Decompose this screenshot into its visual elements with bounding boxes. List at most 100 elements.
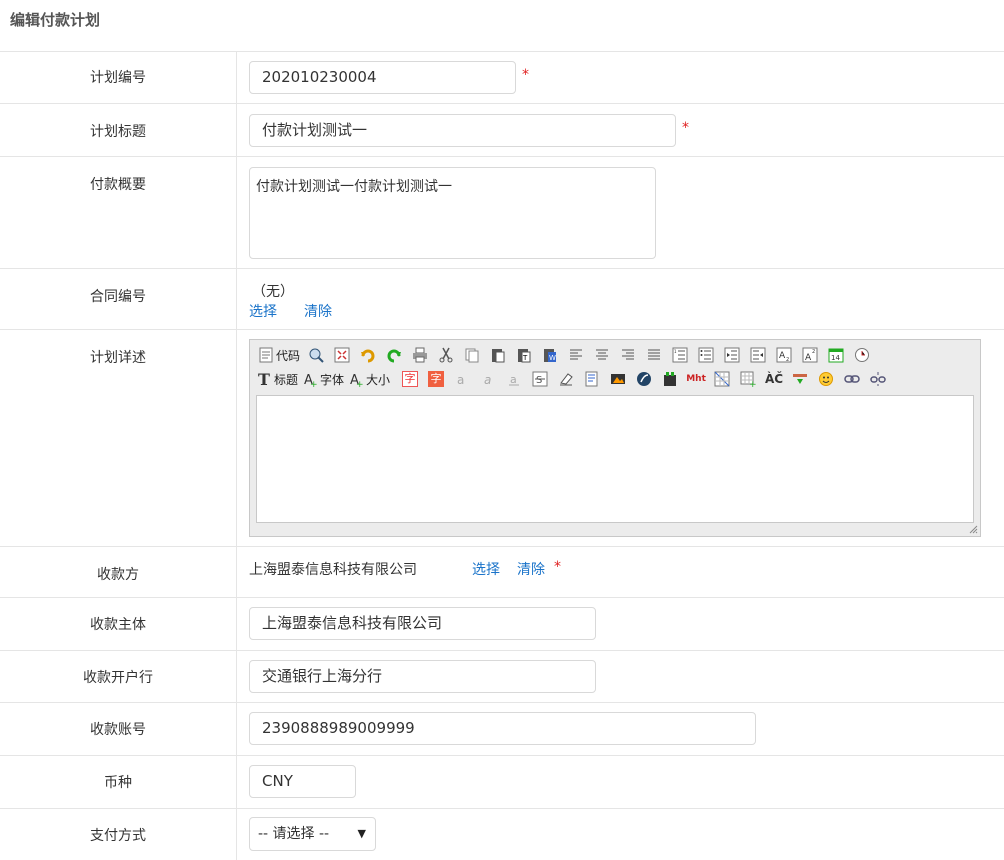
svg-text:T: T — [258, 371, 270, 387]
bg-color-label: 字 — [428, 371, 445, 387]
italic-icon[interactable]: a — [478, 369, 498, 389]
pay-method-selected: -- 请选择 -- — [258, 826, 330, 842]
row-plan-title: 计划标题 付款计划测试一 * — [0, 104, 1004, 157]
svg-text:+: + — [749, 380, 756, 387]
resize-handle-icon[interactable] — [968, 524, 978, 534]
rich-text-editor: 代码 T W 1 A2 A2 14 T 标题 A + 字体 A + 大小 字 字 a a … — [249, 339, 981, 537]
row-payee: 收款方 上海盟泰信息科技有限公司 选择 清除 * — [0, 547, 1004, 598]
subscript-icon[interactable]: A2 — [774, 345, 794, 365]
align-left-icon[interactable] — [566, 345, 586, 365]
plan-title-input[interactable]: 付款计划测试一 — [249, 114, 676, 147]
toolbar-row-1: 代码 T W 1 A2 A2 14 — [258, 344, 878, 366]
plan-no-input[interactable]: 202010230004 — [249, 61, 516, 94]
flash-icon[interactable] — [634, 369, 654, 389]
unordered-list-icon[interactable] — [696, 345, 716, 365]
payee-account-label: 收款账号 — [90, 722, 146, 738]
payee-entity-label: 收款主体 — [90, 617, 146, 633]
undo-icon[interactable] — [358, 345, 378, 365]
align-center-icon[interactable] — [592, 345, 612, 365]
date-label: 14 — [831, 354, 840, 362]
row-currency: 币种 CNY — [0, 756, 1004, 809]
ordered-list-icon[interactable]: 1 — [670, 345, 690, 365]
table-icon[interactable] — [712, 369, 732, 389]
special-char-icon[interactable]: ÀČ — [764, 369, 784, 389]
label-cell: 币种 — [0, 756, 237, 808]
svg-text:a: a — [457, 373, 464, 387]
contract-no-value: （无） — [252, 284, 294, 300]
hr-icon[interactable] — [790, 369, 810, 389]
svg-text:+: + — [356, 380, 364, 387]
editor-content-area[interactable] — [256, 395, 974, 523]
bg-color-icon[interactable]: 字 — [426, 369, 446, 389]
underline-icon[interactable]: a — [504, 369, 524, 389]
summary-label: 付款概要 — [90, 177, 146, 193]
pay-method-label: 支付方式 — [90, 828, 146, 844]
emoticon-icon[interactable] — [816, 369, 836, 389]
currency-input[interactable]: CNY — [249, 765, 356, 798]
clear-format-icon[interactable] — [556, 369, 576, 389]
table-insert-icon[interactable]: + — [738, 369, 758, 389]
svg-text:T: T — [522, 354, 528, 362]
bold-icon[interactable]: a — [452, 369, 472, 389]
label-cell: 收款账号 — [0, 703, 237, 755]
payee-clear-link[interactable]: 清除 — [517, 559, 545, 579]
outdent-icon[interactable] — [748, 345, 768, 365]
date-icon[interactable]: 14 — [826, 345, 846, 365]
payee-bank-input[interactable]: 交通银行上海分行 — [249, 660, 596, 693]
row-pay-method: 支付方式 -- 请选择 -- ▼ — [0, 809, 1004, 860]
pay-method-select[interactable]: -- 请选择 -- ▼ — [249, 817, 376, 851]
summary-textarea[interactable]: 付款计划测试一付款计划测试一 — [249, 167, 656, 259]
align-justify-icon[interactable] — [644, 345, 664, 365]
text-color-icon[interactable]: 字 — [400, 369, 420, 389]
text-color-label: 字 — [402, 371, 419, 387]
payee-select-link[interactable]: 选择 — [472, 559, 500, 579]
contract-select-link[interactable]: 选择 — [249, 301, 277, 321]
font-size-label: 大小 — [366, 372, 391, 387]
label-cell: 支付方式 — [0, 809, 237, 860]
mht-icon[interactable]: Mht — [686, 369, 706, 389]
link-icon[interactable] — [842, 369, 862, 389]
cut-icon[interactable] — [436, 345, 456, 365]
code-label: 代码 — [276, 348, 301, 363]
font-size-icon[interactable]: A + 大小 — [350, 369, 390, 389]
row-contract-no: 合同编号 （无） 选择 清除 — [0, 269, 1004, 330]
zoom-icon[interactable] — [306, 345, 326, 365]
fullscreen-icon[interactable] — [332, 345, 352, 365]
superscript-icon[interactable]: A2 — [800, 345, 820, 365]
time-icon[interactable] — [852, 345, 872, 365]
paste-word-icon[interactable]: W — [540, 345, 560, 365]
svg-text:a: a — [510, 373, 517, 386]
media-icon[interactable] — [660, 369, 680, 389]
source-code-icon[interactable]: 代码 — [258, 345, 300, 365]
label-cell: 收款开户行 — [0, 651, 237, 702]
indent-icon[interactable] — [722, 345, 742, 365]
mht-label: Mht — [686, 374, 706, 384]
contract-clear-link[interactable]: 清除 — [304, 301, 332, 321]
heading-icon[interactable]: T 标题 — [258, 369, 298, 389]
chevron-down-icon: ▼ — [357, 827, 366, 840]
redo-icon[interactable] — [384, 345, 404, 365]
payee-entity-input[interactable]: 上海盟泰信息科技有限公司 — [249, 607, 596, 640]
paste-icon[interactable] — [488, 345, 508, 365]
select-all-icon[interactable] — [582, 369, 602, 389]
unlink-icon[interactable] — [868, 369, 888, 389]
align-right-icon[interactable] — [618, 345, 638, 365]
strikethrough-icon[interactable]: S — [530, 369, 550, 389]
row-plan-no: 计划编号 202010230004 * — [0, 52, 1004, 104]
image-icon[interactable] — [608, 369, 628, 389]
font-family-icon[interactable]: A + 字体 — [304, 369, 344, 389]
label-cell: 计划标题 — [0, 104, 237, 156]
svg-text:W: W — [549, 354, 556, 362]
required-mark: * — [522, 67, 529, 83]
svg-text:+: + — [310, 380, 318, 387]
paste-text-icon[interactable]: T — [514, 345, 534, 365]
plan-title-label: 计划标题 — [90, 124, 146, 140]
print-icon[interactable] — [410, 345, 430, 365]
label-cell: 合同编号 — [0, 269, 237, 329]
copy-icon[interactable] — [462, 345, 482, 365]
label-cell: 计划详述 — [0, 330, 237, 546]
label-cell: 收款方 — [0, 547, 237, 597]
payee-account-input[interactable]: 2390888989009999 — [249, 712, 756, 745]
svg-text:A: A — [805, 353, 812, 363]
page-title: 编辑付款计划 — [10, 11, 101, 29]
